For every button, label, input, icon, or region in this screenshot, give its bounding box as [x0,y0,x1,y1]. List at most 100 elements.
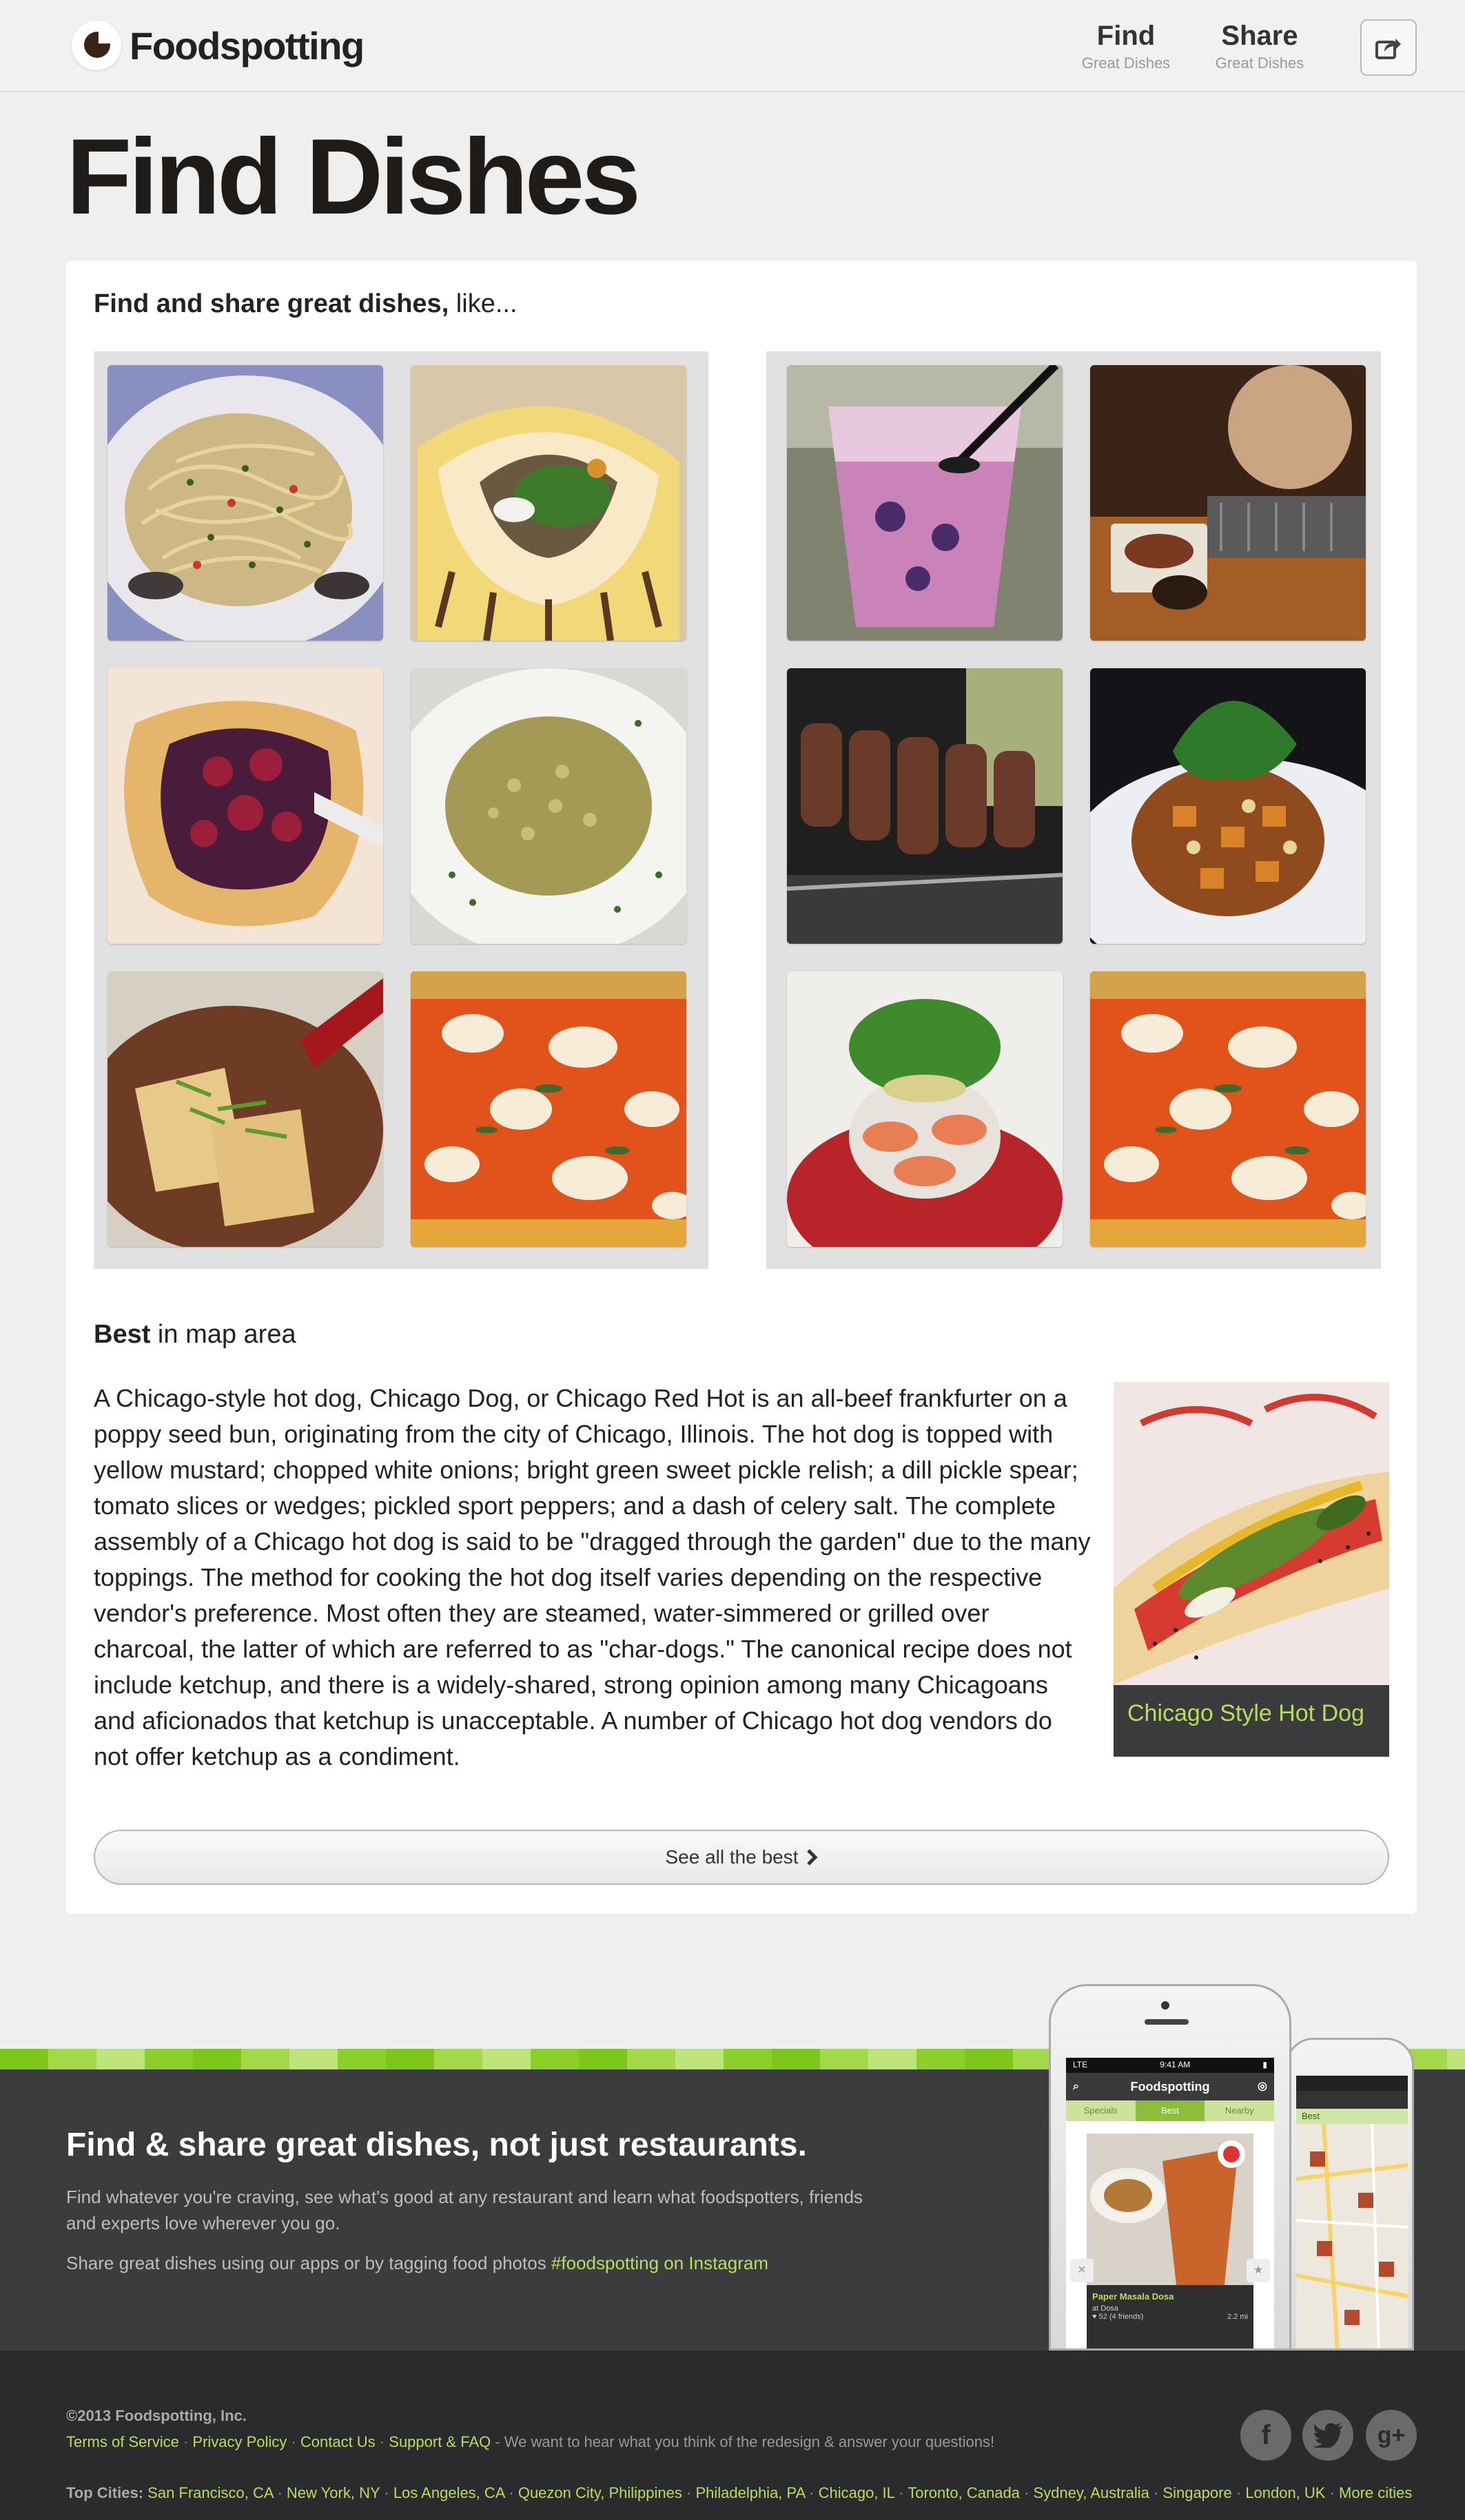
phone-dish-place: at Dosa [1092,2304,1118,2313]
phone-tab-specials[interactable]: Specials [1066,2100,1136,2121]
phone-small-tab: Best [1296,2109,1408,2124]
phone-app-header: ⌕ Foodspotting ◎ [1066,2073,1274,2100]
gyro-image [411,365,686,641]
nav-find-sub: Great Dishes [1081,54,1171,72]
phone-app-title: Foodspotting [1130,2080,1210,2094]
city-link[interactable]: Chicago, IL [819,2484,894,2501]
dish-grid-left [94,351,708,1269]
phone-speaker [1145,2019,1189,2025]
twitter-icon[interactable] [1302,2410,1353,2461]
share-icon [1375,39,1401,59]
globe-icon: ◎ [1258,2080,1267,2092]
dish-tile-pizza[interactable] [411,971,686,1247]
footer-links: Terms of Service · Privacy Policy · Cont… [66,2433,995,2450]
best-heading-bold: Best [94,1320,151,1349]
page-title: Find Dishes [66,117,641,237]
phone-large-screen: LTE 9:41 AM ▮ ⌕ Foodspotting ◎ Specials … [1066,2058,1274,2348]
shrimp-image [787,971,1063,1247]
promo-share-text: Share great dishes using our apps or by … [66,2253,768,2274]
city-link[interactable]: New York, NY [287,2484,380,2501]
pasta-image [107,365,383,641]
dish-tile-cocktail[interactable] [787,365,1063,641]
feedback-text: - We want to hear what you think of the … [491,2433,995,2450]
phone-dish-meta: ♥ 52 (4 friends) [1092,2313,1144,2321]
best-heading: Best in map area [94,1320,296,1350]
phone-dish-distance: 2.2 mi [1227,2313,1248,2321]
dish-tile-pasta[interactable] [107,365,383,641]
phone-dish-card[interactable]: Paper Masala Dosa at Dosa ♥ 52 (4 friend… [1087,2134,1253,2348]
city-link[interactable]: Sydney, Australia [1033,2484,1149,2501]
phone-mockup-large: LTE 9:41 AM ▮ ⌕ Foodspotting ◎ Specials … [1049,1984,1291,2351]
grill-image [1090,365,1366,641]
foodspotting-logo-icon[interactable] [72,21,121,70]
battery-icon: ▮ [1262,2060,1267,2069]
city-link[interactable]: San Francisco, CA [147,2484,273,2501]
rotisserie-image [787,668,1063,944]
berry-tart-image [107,668,383,944]
city-link[interactable]: Los Angeles, CA [393,2484,504,2501]
more-cities-link[interactable]: More cities [1339,2484,1412,2501]
facebook-icon[interactable]: f [1240,2410,1291,2461]
salad-plate-image [1090,668,1366,944]
dish-tile-tofu[interactable] [107,971,383,1247]
terms-link[interactable]: Terms of Service [66,2433,179,2450]
phone-small-status [1296,2076,1408,2091]
nav-share-great-dishes[interactable]: Share Great Dishes [1213,21,1307,72]
dish-tile-pizza-2[interactable] [1090,971,1366,1247]
tofu-image [107,971,383,1247]
dish-tile-gyro[interactable] [411,365,686,641]
nav-find-label: Find [1096,21,1156,51]
city-link[interactable]: Toronto, Canada [908,2484,1020,2501]
cities-label: Top Cities: [66,2484,144,2501]
phone-dish-name: Paper Masala Dosa [1092,2291,1174,2302]
dish-tile-risotto[interactable] [411,668,686,944]
intro-bold: Find and share great dishes, [94,289,449,318]
star-icon[interactable]: ★ [1247,2259,1270,2282]
intro-text: Find and share great dishes, like... [94,289,518,319]
google-plus-icon[interactable]: g+ [1366,2410,1417,2461]
brand-name[interactable]: Foodspotting [130,23,365,68]
dismiss-icon[interactable]: ✕ [1070,2259,1094,2282]
contact-link[interactable]: Contact Us [300,2433,376,2450]
dish-tile-rotisserie[interactable] [787,668,1063,944]
privacy-link[interactable]: Privacy Policy [192,2433,287,2450]
promo-share-lead: Share great dishes using our apps or by … [66,2253,551,2273]
city-link[interactable]: London, UK [1245,2484,1325,2501]
phone-tab-nearby[interactable]: Nearby [1205,2100,1274,2121]
phone-tab-best[interactable]: Best [1135,2100,1205,2121]
dish-grid-right [766,351,1381,1269]
best-dish-card[interactable]: Chicago Style Hot Dog [1114,1382,1389,1757]
intro-rest: like... [449,289,518,318]
pizza-image [1090,971,1366,1247]
best-dish-caption: Chicago Style Hot Dog [1114,1685,1389,1757]
phone-status-bar: LTE 9:41 AM ▮ [1066,2058,1274,2073]
dish-tile-grill[interactable] [1090,365,1366,641]
best-heading-rest: in map area [150,1320,296,1349]
nav-share-sub: Great Dishes [1215,54,1304,72]
share-button[interactable] [1360,19,1417,76]
phone-time: 9:41 AM [1160,2060,1191,2069]
nav-find-great-dishes[interactable]: Find Great Dishes [1078,21,1174,72]
instagram-link[interactable]: #foodspotting on Instagram [551,2253,768,2273]
cocktail-image [787,365,1063,641]
dosa-image [1087,2134,1253,2285]
see-all-label: See all the best [665,1846,799,1868]
dish-tile-salad-plate[interactable] [1090,668,1366,944]
risotto-image [411,668,686,944]
phone-dish-meta-row: ♥ 52 (4 friends) 2.2 mi [1087,2313,1253,2321]
city-link[interactable]: Singapore [1162,2484,1231,2501]
chevron-right-icon [806,1849,818,1866]
twitter-bird-glyph [1313,2423,1343,2448]
city-link[interactable]: Philadelphia, PA [695,2484,805,2501]
nav-share-label: Share [1221,21,1298,51]
hot-dog-image [1114,1382,1389,1685]
pizza-image [411,971,686,1247]
phone-map-image [1296,2123,1408,2348]
search-icon: ⌕ [1073,2080,1079,2092]
support-link[interactable]: Support & FAQ [389,2433,491,2450]
city-link[interactable]: Quezon City, Philippines [518,2484,682,2501]
see-all-best-button[interactable]: See all the best [94,1830,1389,1885]
dish-tile-shrimp[interactable] [787,971,1063,1247]
dish-tile-berry-tart[interactable] [107,668,383,944]
phone-tab-bar: Specials Best Nearby [1066,2100,1274,2121]
